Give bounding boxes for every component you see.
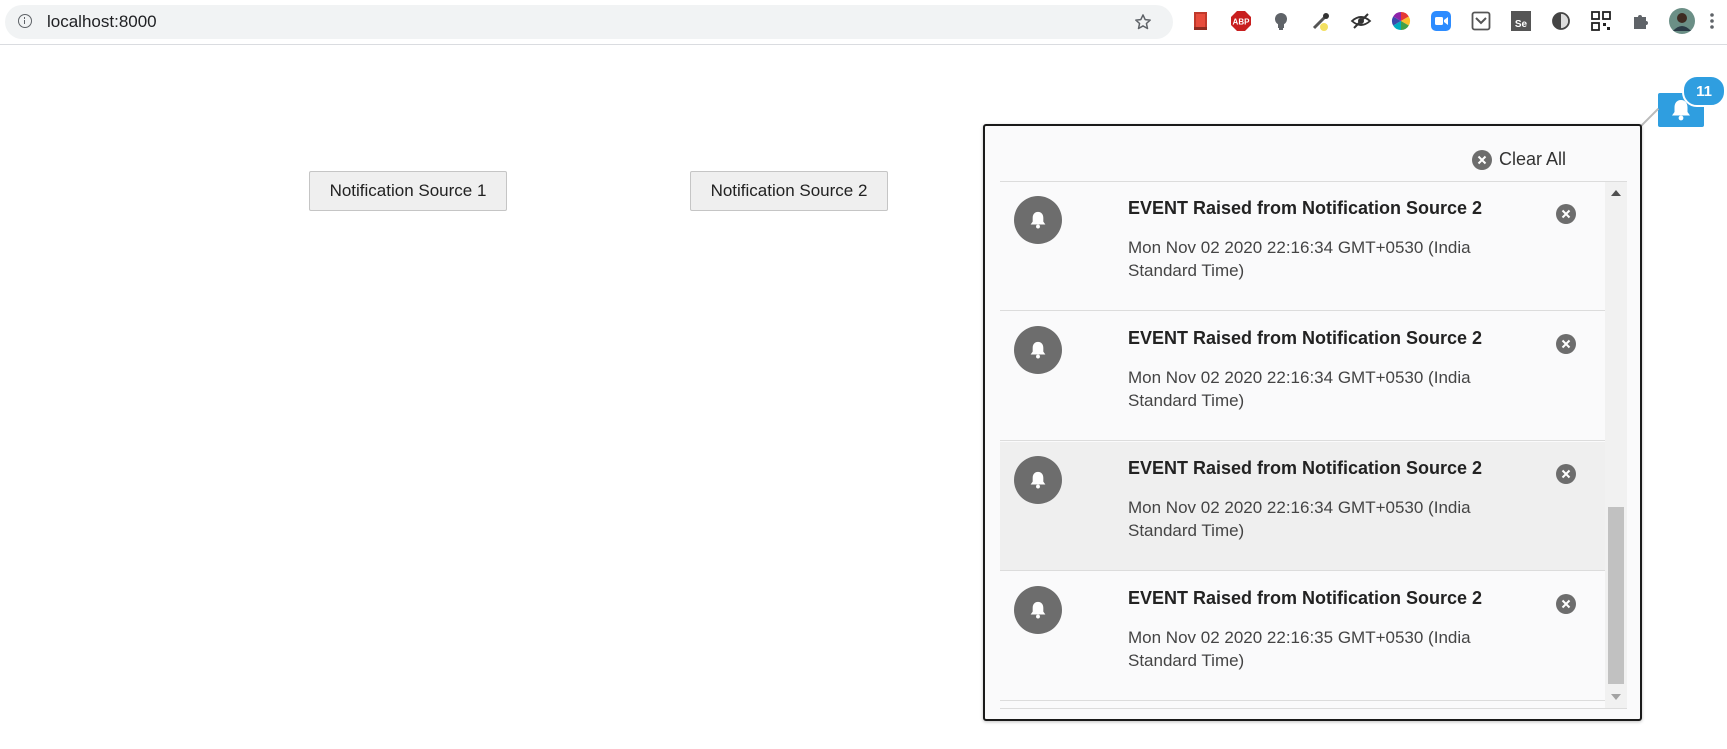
notification-item[interactable]: EVENT Raised from Notification Source 2 … [1000, 182, 1605, 311]
bookmark-icon[interactable] [1190, 10, 1212, 32]
scrollbar[interactable] [1605, 182, 1627, 708]
bell-icon [1014, 196, 1062, 244]
dismiss-notification-icon[interactable] [1556, 594, 1576, 614]
zoom-icon[interactable] [1430, 10, 1452, 32]
eye-slash-icon[interactable] [1350, 10, 1372, 32]
scroll-down-arrow-icon[interactable] [1611, 694, 1621, 700]
notification-list: EVENT Raised from Notification Source 2 … [1000, 182, 1605, 708]
notification-title: EVENT Raised from Notification Source 2 [1128, 458, 1483, 478]
notification-title: EVENT Raised from Notification Source 2 [1128, 328, 1483, 348]
notification-count-badge: 11 [1682, 75, 1726, 107]
notification-source-2-button[interactable]: Notification Source 2 [690, 171, 888, 211]
selenium-icon[interactable]: Se [1510, 10, 1532, 32]
notification-title: EVENT Raised from Notification Source 2 [1128, 198, 1483, 218]
bell-icon [1014, 326, 1062, 374]
color-wheel-icon[interactable] [1390, 10, 1412, 32]
notification-item[interactable]: EVENT Raised from Notification Source 2 … [1000, 572, 1605, 701]
clear-all-label: Clear All [1498, 149, 1566, 169]
info-icon[interactable] [18, 14, 32, 28]
notification-time: Mon Nov 02 2020 22:16:34 GMT+0530 (India… [1128, 498, 1471, 540]
selenium-label: Se [1515, 19, 1528, 30]
notification-time: Mon Nov 02 2020 22:16:34 GMT+0530 (India… [1128, 238, 1471, 280]
extensions-bar: ABP Se [1190, 8, 1720, 36]
notification-list-viewport[interactable]: EVENT Raised from Notification Source 2 … [1000, 181, 1627, 709]
qr-code-icon[interactable] [1590, 10, 1612, 32]
eyedropper-icon[interactable] [1310, 10, 1332, 32]
notification-source-1-button[interactable]: Notification Source 1 [309, 171, 507, 211]
pocket-icon[interactable] [1470, 10, 1492, 32]
adblock-label: ABP [1233, 18, 1251, 27]
scroll-up-arrow-icon[interactable] [1611, 190, 1621, 196]
dismiss-notification-icon[interactable] [1556, 464, 1576, 484]
address-bar[interactable]: localhost:8000 [5, 5, 1173, 39]
browser-toolbar: localhost:8000 ABP Se [0, 0, 1727, 45]
dismiss-notification-icon[interactable] [1556, 204, 1576, 224]
half-circle-icon[interactable] [1550, 10, 1572, 32]
url-text[interactable]: localhost:8000 [47, 13, 157, 31]
bell-icon [1014, 586, 1062, 634]
profile-avatar[interactable] [1668, 7, 1696, 35]
dismiss-notification-icon[interactable] [1556, 334, 1576, 354]
notification-item[interactable]: EVENT Raised from Notification Source 2 … [1000, 442, 1605, 571]
lightbulb-icon[interactable] [1270, 10, 1292, 32]
notification-time: Mon Nov 02 2020 22:16:34 GMT+0530 (India… [1128, 368, 1471, 410]
clear-all-icon [1471, 149, 1492, 170]
clear-all-button[interactable]: Clear All [1471, 149, 1566, 170]
adblock-icon[interactable]: ABP [1230, 10, 1252, 32]
panel-pointer [1639, 107, 1660, 128]
notification-item[interactable]: EVENT Raised from Notification Source 2 … [1000, 312, 1605, 441]
bell-icon [1014, 456, 1062, 504]
browser-menu-icon[interactable] [1708, 10, 1716, 32]
star-icon[interactable] [1133, 12, 1153, 32]
puzzle-icon[interactable] [1630, 10, 1652, 32]
notification-title: EVENT Raised from Notification Source 2 [1128, 588, 1483, 608]
notification-time: Mon Nov 02 2020 22:16:35 GMT+0530 (India… [1128, 628, 1471, 670]
scrollbar-thumb[interactable] [1608, 507, 1624, 684]
notification-panel: Clear All EVENT Raised from Notification… [983, 124, 1642, 721]
